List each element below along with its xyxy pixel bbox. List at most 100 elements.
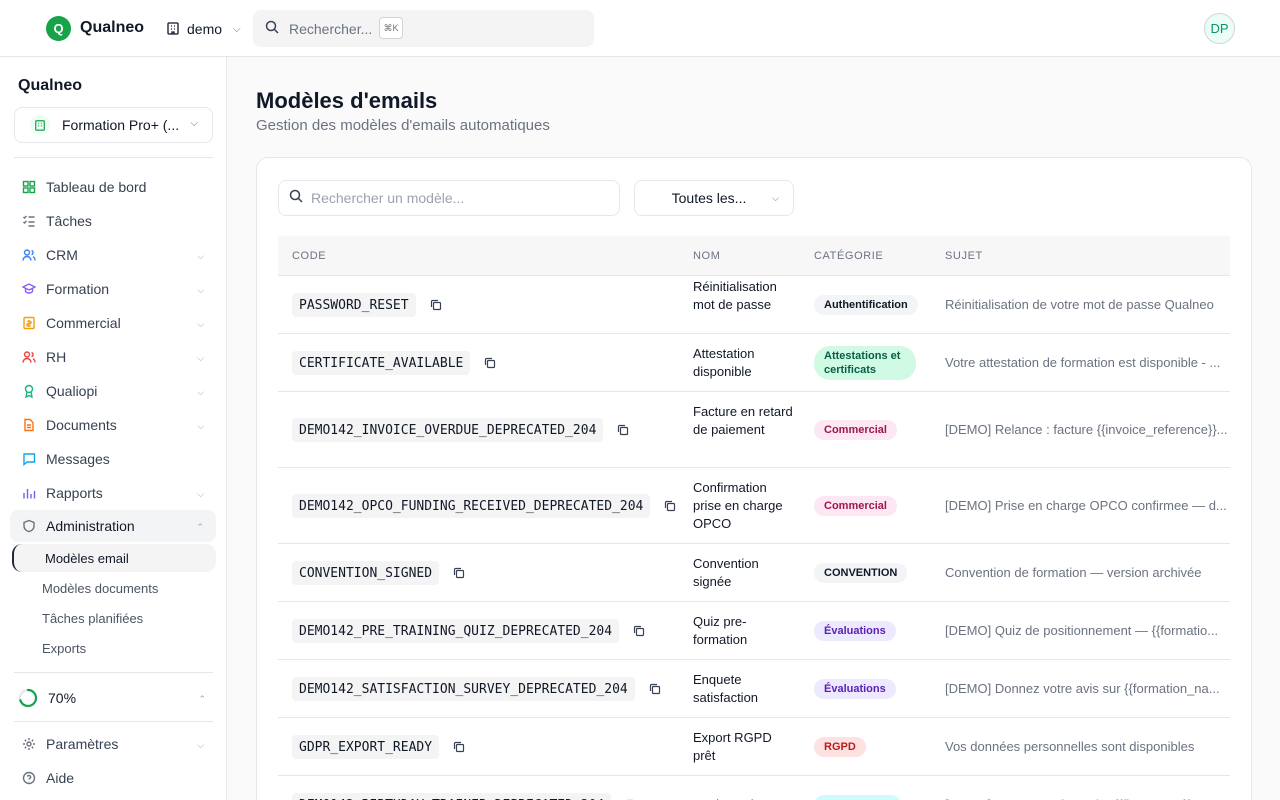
table-row[interactable]: DEMO142_BIRTHDAY_TRAINER_DEPRECATED_204 A… bbox=[278, 776, 1230, 800]
sidebar-subitem-t-ches-planifi-es[interactable]: Tâches planifiées bbox=[12, 604, 216, 632]
sidebar-item-label: Rapports bbox=[46, 485, 103, 501]
sidebar-item-aide[interactable]: Aide bbox=[10, 762, 216, 794]
template-subject: [DEMO] Quiz de positionnement — {{format… bbox=[945, 623, 1219, 638]
table-row[interactable]: DEMO142_SATISFACTION_SURVEY_DEPRECATED_2… bbox=[278, 660, 1230, 718]
shield-icon bbox=[22, 519, 36, 533]
chevron-down-icon: ⌵ bbox=[197, 251, 204, 261]
sidebar-item-rh[interactable]: RH ⌵ bbox=[10, 341, 216, 373]
category-badge: Authentification bbox=[814, 295, 918, 315]
organization-selector[interactable]: Formation Pro+ (... ⌵ bbox=[14, 107, 213, 143]
progress-label: 70% bbox=[48, 690, 77, 706]
sidebar-item-label: Formation bbox=[46, 281, 110, 297]
sidebar-item-crm[interactable]: CRM ⌵ bbox=[10, 239, 216, 271]
copy-icon[interactable] bbox=[631, 623, 647, 639]
copy-icon[interactable] bbox=[451, 739, 467, 755]
divider bbox=[14, 672, 213, 673]
cell-code: CONVENTION_SIGNED bbox=[292, 561, 467, 585]
sidebar-item-commercial[interactable]: Commercial ⌵ bbox=[10, 307, 216, 339]
search-shortcut: ⌘K bbox=[379, 17, 403, 39]
category-badge: Commercial bbox=[814, 420, 897, 440]
users-icon bbox=[22, 248, 36, 262]
workspace-selector[interactable]: demo ⌵ bbox=[166, 18, 241, 40]
building-icon bbox=[166, 21, 180, 38]
cell-code: CERTIFICATE_AVAILABLE bbox=[292, 351, 498, 375]
category-badge: Évaluations bbox=[814, 621, 896, 641]
copy-icon[interactable] bbox=[482, 355, 498, 371]
sidebar-subitem-mod-les-documents[interactable]: Modèles documents bbox=[12, 574, 216, 602]
gear-icon bbox=[22, 737, 36, 751]
template-code: DEMO142_BIRTHDAY_TRAINER_DEPRECATED_204 bbox=[292, 793, 612, 800]
onboarding-progress[interactable]: 70% ⌃ bbox=[10, 682, 216, 714]
sidebar-item-label: Tableau de bord bbox=[46, 179, 147, 195]
table-row[interactable]: DEMO142_OPCO_FUNDING_RECEIVED_DEPRECATED… bbox=[278, 468, 1230, 544]
chevron-up-icon: ⌃ bbox=[196, 522, 204, 532]
template-code: DEMO142_PRE_TRAINING_QUIZ_DEPRECATED_204 bbox=[292, 619, 620, 643]
copy-icon[interactable] bbox=[662, 498, 678, 514]
global-search[interactable]: Rechercher... ⌘K bbox=[253, 10, 594, 47]
search-icon bbox=[289, 189, 303, 208]
document-icon bbox=[22, 418, 36, 432]
sidebar-item-administration[interactable]: Administration ⌃ bbox=[10, 510, 216, 542]
sidebar-subitem-mod-les-email[interactable]: Modèles email bbox=[12, 544, 216, 572]
template-code: DEMO142_OPCO_FUNDING_RECEIVED_DEPRECATED… bbox=[292, 494, 651, 518]
template-search-input[interactable] bbox=[311, 190, 601, 206]
template-subject: [DEMO] Prise en charge OPCO confirmee — … bbox=[945, 498, 1227, 513]
cell-category: Évaluations bbox=[814, 602, 896, 660]
column-header-name[interactable]: NOM bbox=[693, 250, 720, 262]
copy-icon[interactable] bbox=[615, 422, 631, 438]
cell-category: CONVENTION bbox=[814, 544, 908, 602]
table-row[interactable]: DEMO142_PRE_TRAINING_QUIZ_DEPRECATED_204… bbox=[278, 602, 1230, 660]
sidebar-item-documents[interactable]: Documents ⌵ bbox=[10, 409, 216, 441]
cell-code: DEMO142_SATISFACTION_SURVEY_DEPRECATED_2… bbox=[292, 677, 663, 701]
message-icon bbox=[22, 452, 36, 466]
people-icon bbox=[22, 350, 36, 364]
sidebar-subitem-exports[interactable]: Exports bbox=[12, 634, 216, 662]
cell-code: DEMO142_INVOICE_OVERDUE_DEPRECATED_204 bbox=[292, 418, 631, 442]
copy-icon[interactable] bbox=[428, 297, 444, 313]
template-search[interactable] bbox=[278, 180, 620, 216]
table-row[interactable]: DEMO142_INVOICE_OVERDUE_DEPRECATED_204 Fa… bbox=[278, 392, 1230, 468]
app-logo[interactable]: Q bbox=[46, 16, 71, 41]
template-code: DEMO142_SATISFACTION_SURVEY_DEPRECATED_2… bbox=[292, 677, 635, 701]
sidebar-item-messages[interactable]: Messages bbox=[10, 443, 216, 475]
category-filter[interactable]: Toutes les... ⌵ bbox=[634, 180, 794, 216]
column-header-code[interactable]: CODE bbox=[292, 250, 326, 262]
copy-icon[interactable] bbox=[647, 681, 663, 697]
divider bbox=[14, 157, 213, 158]
sidebar-item-tableau-de-bord[interactable]: Tableau de bord bbox=[10, 171, 216, 203]
cell-category: RGPD bbox=[814, 718, 866, 776]
sidebar-item-t-ches[interactable]: Tâches bbox=[10, 205, 216, 237]
column-header-category[interactable]: CATÉGORIE bbox=[814, 250, 883, 262]
graduation-cap-icon bbox=[22, 282, 36, 296]
brand-name[interactable]: Qualneo bbox=[80, 19, 144, 37]
template-name: Quiz pre-formation bbox=[693, 614, 748, 647]
sidebar-item-formation[interactable]: Formation ⌵ bbox=[10, 273, 216, 305]
sidebar-item-label: RH bbox=[46, 349, 67, 365]
template-name: Export RGPD prêt bbox=[693, 730, 772, 763]
sidebar-item-qualiopi[interactable]: Qualiopi ⌵ bbox=[10, 375, 216, 407]
template-subject: [DEMO] Relance : facture {{invoice_refer… bbox=[945, 422, 1228, 437]
template-name: Convention signée bbox=[693, 556, 759, 589]
column-header-subject[interactable]: SUJET bbox=[945, 250, 983, 262]
chevron-down-icon: ⌵ bbox=[197, 285, 204, 295]
user-avatar[interactable]: DP bbox=[1204, 13, 1235, 44]
cell-category: Notifications bbox=[814, 776, 901, 800]
table-row[interactable]: CERTIFICATE_AVAILABLE Attestation disponi… bbox=[278, 334, 1230, 392]
table-row[interactable]: CONVENTION_SIGNED Convention signée CONVEN… bbox=[278, 544, 1230, 602]
tasks-icon bbox=[22, 214, 36, 228]
table-row[interactable]: GDPR_EXPORT_READY Export RGPD prêt RGPD Vos… bbox=[278, 718, 1230, 776]
category-badge: RGPD bbox=[814, 737, 866, 757]
category-badge: Attestations et certificats bbox=[814, 346, 916, 380]
copy-icon[interactable] bbox=[451, 565, 467, 581]
page-subtitle: Gestion des modèles d'emails automatique… bbox=[256, 117, 550, 134]
template-name: Facture en retard de paiement bbox=[693, 404, 793, 437]
table-row[interactable]: PASSWORD_RESET Réinitialisation mot de pa… bbox=[278, 276, 1230, 334]
cell-code: DEMO142_PRE_TRAINING_QUIZ_DEPRECATED_204 bbox=[292, 619, 647, 643]
help-icon bbox=[22, 771, 36, 785]
organization-name: Formation Pro+ (... bbox=[62, 117, 180, 133]
chevron-down-icon: ⌵ bbox=[197, 489, 204, 499]
template-subject: Votre attestation de formation est dispo… bbox=[945, 355, 1221, 370]
sidebar-item-rapports[interactable]: Rapports ⌵ bbox=[10, 477, 216, 509]
sidebar: Qualneo Formation Pro+ (... ⌵ Tableau de… bbox=[0, 57, 227, 800]
sidebar-item-param-tres[interactable]: Paramètres ⌵ bbox=[10, 728, 216, 760]
